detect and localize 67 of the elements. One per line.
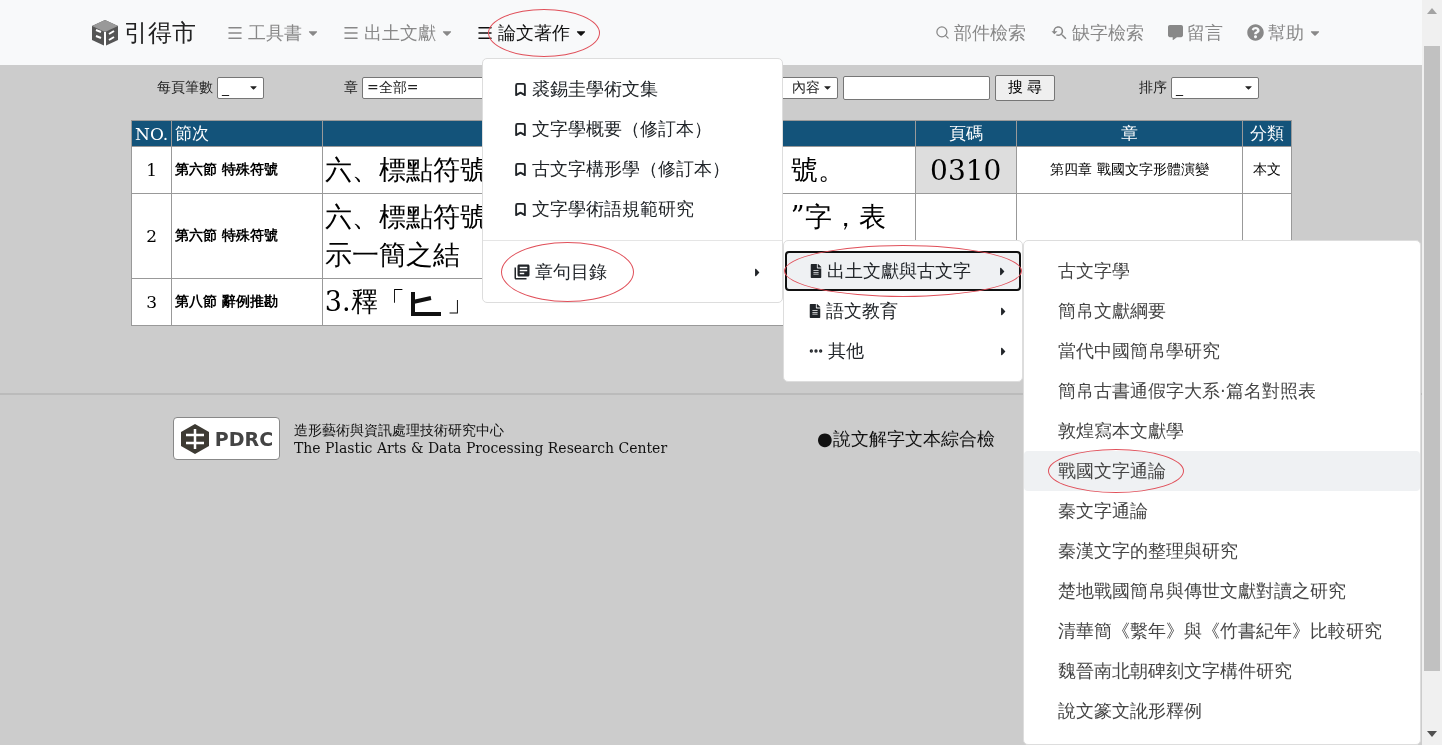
menu-item[interactable]: 文字學術語規範研究 bbox=[483, 189, 782, 229]
field-label: 章 bbox=[344, 78, 358, 97]
menu-item[interactable]: 說文篆文訛形釋例 bbox=[1024, 691, 1420, 731]
menu-item[interactable]: 語文教育 bbox=[784, 291, 1022, 331]
hexagon-logo-icon bbox=[179, 422, 210, 455]
column-header: 分類 bbox=[1242, 120, 1292, 147]
site-link[interactable]: ●說文解字文本綜合檢 bbox=[817, 426, 995, 451]
content-text: ”字，表 bbox=[790, 200, 886, 234]
table-cell: 0310 bbox=[915, 146, 1017, 194]
table-cell: 1 bbox=[131, 146, 172, 194]
column-header: 頁碼 bbox=[915, 120, 1017, 147]
scrollbar[interactable] bbox=[1422, 0, 1442, 745]
pdrc-logo: PDRC bbox=[173, 417, 280, 460]
bookmark-icon bbox=[513, 121, 528, 137]
help-icon bbox=[1247, 24, 1264, 41]
content-text: 3.釋「 bbox=[324, 286, 405, 317]
menu-item[interactable]: 古文字學 bbox=[1024, 251, 1420, 291]
search-icon bbox=[935, 25, 950, 40]
menu-item[interactable]: 魏晉南北朝碑刻文字構件研究 bbox=[1024, 651, 1420, 691]
table-cell: 第四章 戰國文字形體演變 bbox=[1016, 146, 1243, 194]
menu-item[interactable]: 古文字構形學（修訂本） bbox=[483, 149, 782, 189]
nav-menu-item[interactable]: 論文著作 bbox=[476, 20, 588, 45]
sort-select[interactable]: _ bbox=[1171, 76, 1259, 99]
search-history-icon bbox=[1050, 23, 1068, 42]
table-cell: 第六節 特殊符號 bbox=[171, 193, 323, 279]
menu-item[interactable]: 清華簡《繫年》與《竹書紀年》比較研究 bbox=[1024, 611, 1420, 651]
menu-item[interactable]: 簡帛古書通假字大系·篇名對照表 bbox=[1024, 371, 1420, 411]
bookmark-icon bbox=[513, 81, 528, 97]
nav-link[interactable]: 留言 bbox=[1168, 20, 1223, 45]
bookmark-icon bbox=[513, 161, 528, 177]
table-cell: 第八節 辭例推勘 bbox=[171, 278, 323, 326]
org-name: The Plastic Arts & Data Processing Research Center bbox=[294, 439, 668, 456]
menu-item[interactable]: 當代中國簡帛學研究 bbox=[1024, 331, 1420, 371]
menu-item[interactable]: 文字學概要（修訂本） bbox=[483, 109, 782, 149]
message-icon bbox=[1168, 25, 1183, 40]
column-header: 章 bbox=[1016, 120, 1243, 147]
menu-item[interactable]: 戰國文字通論 bbox=[1024, 451, 1420, 491]
cube-logo-icon bbox=[90, 17, 120, 48]
table-cell: 本文 bbox=[1242, 146, 1292, 194]
menu-item[interactable]: 章句目錄 bbox=[483, 252, 782, 292]
search-button[interactable]: 搜 尋 bbox=[995, 74, 1055, 101]
page-size-select[interactable]: _ bbox=[217, 76, 264, 99]
field-label: 排序 bbox=[1139, 78, 1167, 97]
menu-item[interactable]: 簡帛文獻綱要 bbox=[1024, 291, 1420, 331]
org-name: 造形藝術與資訊處理技術研究中心 bbox=[294, 421, 505, 440]
content-text: 號。 bbox=[790, 153, 845, 187]
menu-item[interactable]: 其他 bbox=[784, 331, 1022, 371]
menu-item[interactable]: 秦文字通論 bbox=[1024, 491, 1420, 531]
column-header: NO. bbox=[131, 120, 172, 147]
content-text: 示一簡之結 bbox=[324, 239, 460, 270]
search-input[interactable] bbox=[843, 75, 990, 100]
table-cell: 3 bbox=[131, 278, 172, 326]
field-label: 每頁筆數 bbox=[157, 78, 213, 97]
menu-item[interactable]: 楚地戰國簡帛與傳世文獻對讀之研究 bbox=[1024, 571, 1420, 611]
menu-item[interactable]: 秦漢文字的整理與研究 bbox=[1024, 531, 1420, 571]
document-icon bbox=[808, 304, 822, 318]
menu-item[interactable]: 敦煌寫本文獻學 bbox=[1024, 411, 1420, 451]
content-text: 」 bbox=[446, 286, 474, 317]
bookmark-icon bbox=[513, 201, 528, 217]
books-icon bbox=[513, 263, 531, 281]
brand-name[interactable]: 引得市 bbox=[124, 16, 196, 49]
menu-item[interactable]: 出土文獻與古文字 bbox=[785, 251, 1021, 291]
table-cell: 第六節 特殊符號 bbox=[171, 146, 323, 194]
document-icon bbox=[809, 264, 823, 278]
nav-link[interactable]: 幫助 bbox=[1247, 20, 1322, 45]
column-header: 節次 bbox=[171, 120, 323, 147]
table-cell: 2 bbox=[131, 193, 172, 279]
